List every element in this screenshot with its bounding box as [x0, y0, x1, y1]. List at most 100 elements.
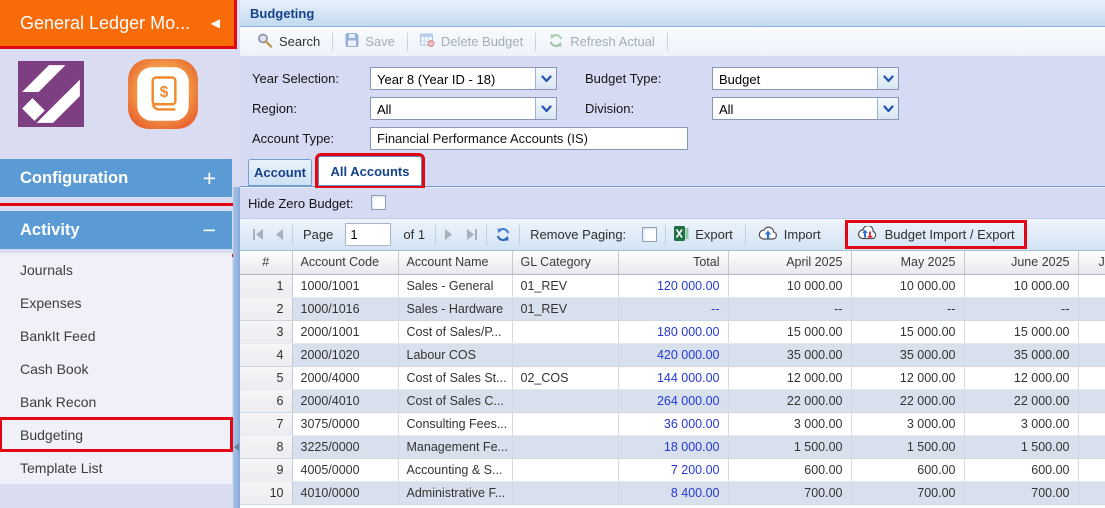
cell-april-2025[interactable]: 10 000.00 — [728, 274, 851, 297]
cell-may-2025[interactable]: 12 000.00 — [851, 366, 964, 389]
cell-june-2025[interactable]: 12 000.00 — [964, 366, 1078, 389]
cell-april-2025[interactable]: 600.00 — [728, 458, 851, 481]
refresh-actual-button[interactable]: Refresh Actual — [539, 33, 664, 51]
table-row[interactable]: 8 3225/0000 Management Fe... 18 000.00 1… — [240, 435, 1105, 458]
cloud-import-export-icon — [857, 226, 878, 243]
cell-may-2025[interactable]: -- — [851, 297, 964, 320]
cell-may-2025[interactable]: 35 000.00 — [851, 343, 964, 366]
cell-may-2025[interactable]: 3 000.00 — [851, 412, 964, 435]
table-row[interactable]: 2 1000/1016 Sales - Hardware 01_REV -- -… — [240, 297, 1105, 320]
menu-item-label: Cash Book — [20, 361, 88, 377]
previous-page-icon[interactable] — [275, 229, 284, 240]
sidebar-menu-item[interactable]: Cash Book — [0, 352, 232, 385]
column-header-total[interactable]: Total — [618, 251, 728, 274]
sidebar-menu-item[interactable]: Template List — [0, 451, 232, 484]
table-row[interactable]: 6 2000/4010 Cost of Sales C... 264 000.0… — [240, 389, 1105, 412]
chevron-down-icon[interactable] — [535, 68, 556, 89]
cell-june-2025[interactable]: 1 500.00 — [964, 435, 1078, 458]
search-button[interactable]: Search — [248, 33, 329, 51]
table-row[interactable]: 10 4010/0000 Administrative F... 8 400.0… — [240, 481, 1105, 504]
tab-all-accounts[interactable]: All Accounts — [318, 156, 422, 186]
paging-separator — [292, 225, 293, 245]
sidebar-menu-item[interactable]: BankIt Feed — [0, 319, 232, 352]
collapse-minus-icon[interactable]: − — [203, 219, 216, 242]
page-number-input[interactable] — [345, 223, 391, 246]
module-header[interactable]: General Ledger Mo... ◀ — [0, 0, 234, 46]
chevron-down-icon[interactable] — [535, 98, 556, 119]
delete-budget-button[interactable]: Delete Budget — [411, 33, 532, 50]
cell-april-2025[interactable]: 3 000.00 — [728, 412, 851, 435]
cell-june-2025[interactable]: -- — [964, 297, 1078, 320]
chevron-down-icon[interactable] — [877, 98, 898, 119]
expand-plus-icon[interactable]: + — [203, 167, 216, 190]
cell-june-2025[interactable]: 22 000.00 — [964, 389, 1078, 412]
refresh-grid-icon[interactable] — [495, 227, 511, 242]
column-header-account-name[interactable]: Account Name — [398, 251, 512, 274]
cell-june-2025[interactable]: 15 000.00 — [964, 320, 1078, 343]
column-header-june-2025[interactable]: June 2025 — [964, 251, 1078, 274]
sidebar-menu-item[interactable]: Expenses — [0, 286, 232, 319]
hide-zero-budget-checkbox[interactable] — [371, 195, 386, 210]
year-selection-dropdown[interactable]: Year 8 (Year ID - 18) — [370, 67, 557, 90]
region-dropdown[interactable]: All — [370, 97, 557, 120]
chevron-down-icon[interactable] — [877, 68, 898, 89]
column-header-april-2025[interactable]: April 2025 — [728, 251, 851, 274]
cell-april-2025[interactable]: 1 500.00 — [728, 435, 851, 458]
cell-april-2025[interactable]: 35 000.00 — [728, 343, 851, 366]
cell-may-2025[interactable]: 10 000.00 — [851, 274, 964, 297]
column-header-gl-category[interactable]: GL Category — [512, 251, 618, 274]
table-row[interactable]: 1 1000/1001 Sales - General 01_REV 120 0… — [240, 274, 1105, 297]
sidebar-section-configuration[interactable]: Configuration + — [0, 159, 232, 197]
cell-april-2025[interactable]: -- — [728, 297, 851, 320]
collapse-left-icon[interactable]: ◀ — [211, 17, 220, 29]
table-row[interactable]: 9 4005/0000 Accounting & S... 7 200.00 6… — [240, 458, 1105, 481]
import-button[interactable]: Import — [758, 226, 821, 243]
column-header-july-2025-cut[interactable]: J — [1078, 251, 1105, 274]
budget-import-export-button[interactable]: Budget Import / Export — [847, 222, 1025, 247]
cell-row-number: 6 — [240, 389, 292, 412]
sidebar-menu-item[interactable]: Bank Recon — [0, 385, 232, 418]
last-page-icon[interactable] — [465, 229, 478, 240]
next-page-icon[interactable] — [444, 229, 453, 240]
remove-paging-checkbox[interactable] — [642, 227, 657, 242]
sidebar-menu-item[interactable]: Journals — [0, 253, 232, 286]
cell-row-number: 9 — [240, 458, 292, 481]
cell-june-2025[interactable]: 3 000.00 — [964, 412, 1078, 435]
cell-may-2025[interactable]: 22 000.00 — [851, 389, 964, 412]
cell-account-name: Cost of Sales C... — [398, 389, 512, 412]
column-header-account-code[interactable]: Account Code — [292, 251, 398, 274]
sidebar-menu-item[interactable]: Budgeting — [0, 418, 232, 451]
budget-type-dropdown[interactable]: Budget — [712, 67, 899, 90]
cell-may-2025[interactable]: 15 000.00 — [851, 320, 964, 343]
first-page-icon[interactable] — [252, 229, 265, 240]
export-button[interactable]: Export — [674, 226, 733, 244]
cell-june-2025[interactable]: 10 000.00 — [964, 274, 1078, 297]
cell-april-2025[interactable]: 15 000.00 — [728, 320, 851, 343]
company-logo-icon[interactable] — [18, 61, 84, 132]
tab-account[interactable]: Account — [248, 159, 312, 186]
table-row[interactable]: 5 2000/4000 Cost of Sales St... 02_COS 1… — [240, 366, 1105, 389]
sidebar-section-activity[interactable]: Activity − — [0, 211, 232, 249]
cell-april-2025[interactable]: 22 000.00 — [728, 389, 851, 412]
splitter-collapse-icon[interactable] — [234, 443, 239, 451]
cell-july-2025-cut — [1078, 435, 1105, 458]
cell-june-2025[interactable]: 35 000.00 — [964, 343, 1078, 366]
cell-may-2025[interactable]: 700.00 — [851, 481, 964, 504]
cell-june-2025[interactable]: 600.00 — [964, 458, 1078, 481]
table-row[interactable]: 3 2000/1001 Cost of Sales/P... 180 000.0… — [240, 320, 1105, 343]
table-row[interactable]: 7 3075/0000 Consulting Fees... 36 000.00… — [240, 412, 1105, 435]
cell-april-2025[interactable]: 700.00 — [728, 481, 851, 504]
column-header-number[interactable]: # — [240, 251, 292, 274]
save-button[interactable]: Save — [336, 33, 404, 50]
general-ledger-book-icon[interactable]: $ — [127, 58, 199, 135]
cell-may-2025[interactable]: 600.00 — [851, 458, 964, 481]
cell-april-2025[interactable]: 12 000.00 — [728, 366, 851, 389]
table-row[interactable]: 4 2000/1020 Labour COS 420 000.00 35 000… — [240, 343, 1105, 366]
account-type-input[interactable] — [370, 127, 688, 150]
cell-july-2025-cut — [1078, 343, 1105, 366]
division-dropdown[interactable]: All — [712, 97, 899, 120]
column-header-may-2025[interactable]: May 2025 — [851, 251, 964, 274]
cell-may-2025[interactable]: 1 500.00 — [851, 435, 964, 458]
panel-splitter[interactable] — [233, 187, 240, 508]
cell-june-2025[interactable]: 700.00 — [964, 481, 1078, 504]
